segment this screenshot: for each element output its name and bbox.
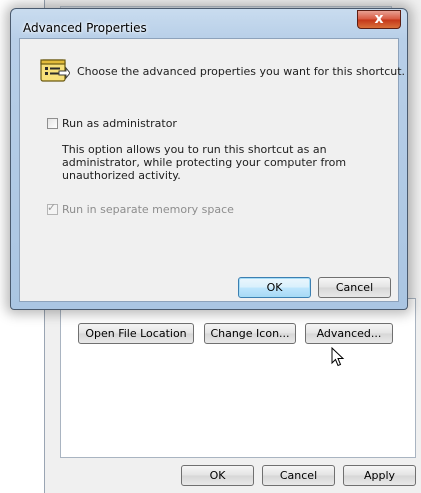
dialog-cancel-button[interactable]: Cancel [318, 277, 391, 298]
run-as-administrator-description: This option allows you to run this short… [62, 143, 347, 182]
properties-content-panel [60, 298, 416, 458]
advanced-properties-dialog: Advanced Properties x Choose the advance… [10, 8, 408, 310]
open-file-location-button[interactable]: Open File Location [78, 323, 194, 344]
dialog-ok-button[interactable]: OK [238, 277, 311, 298]
advanced-button[interactable]: Advanced... [305, 323, 393, 344]
run-as-administrator-label[interactable]: Run as administrator [62, 117, 177, 130]
run-separate-memory-checkbox: ✓ [47, 201, 58, 215]
properties-cancel-button[interactable]: Cancel [262, 465, 335, 486]
run-as-administrator-checkbox[interactable] [47, 118, 58, 129]
run-separate-memory-label: Run in separate memory space [62, 203, 234, 216]
intro-text: Choose the advanced properties you want … [77, 65, 406, 78]
properties-icon [40, 59, 70, 82]
dialog-client-area: Choose the advanced properties you want … [19, 38, 405, 302]
properties-ok-button[interactable]: OK [181, 465, 254, 486]
close-button[interactable]: x [357, 10, 401, 29]
checkmark-icon: ✓ [47, 201, 57, 214]
close-icon: x [374, 11, 384, 27]
properties-apply-button[interactable]: Apply [343, 465, 416, 486]
change-icon-button[interactable]: Change Icon... [204, 323, 296, 344]
arrow-cursor-icon [331, 347, 345, 367]
dialog-title: Advanced Properties [23, 21, 147, 35]
